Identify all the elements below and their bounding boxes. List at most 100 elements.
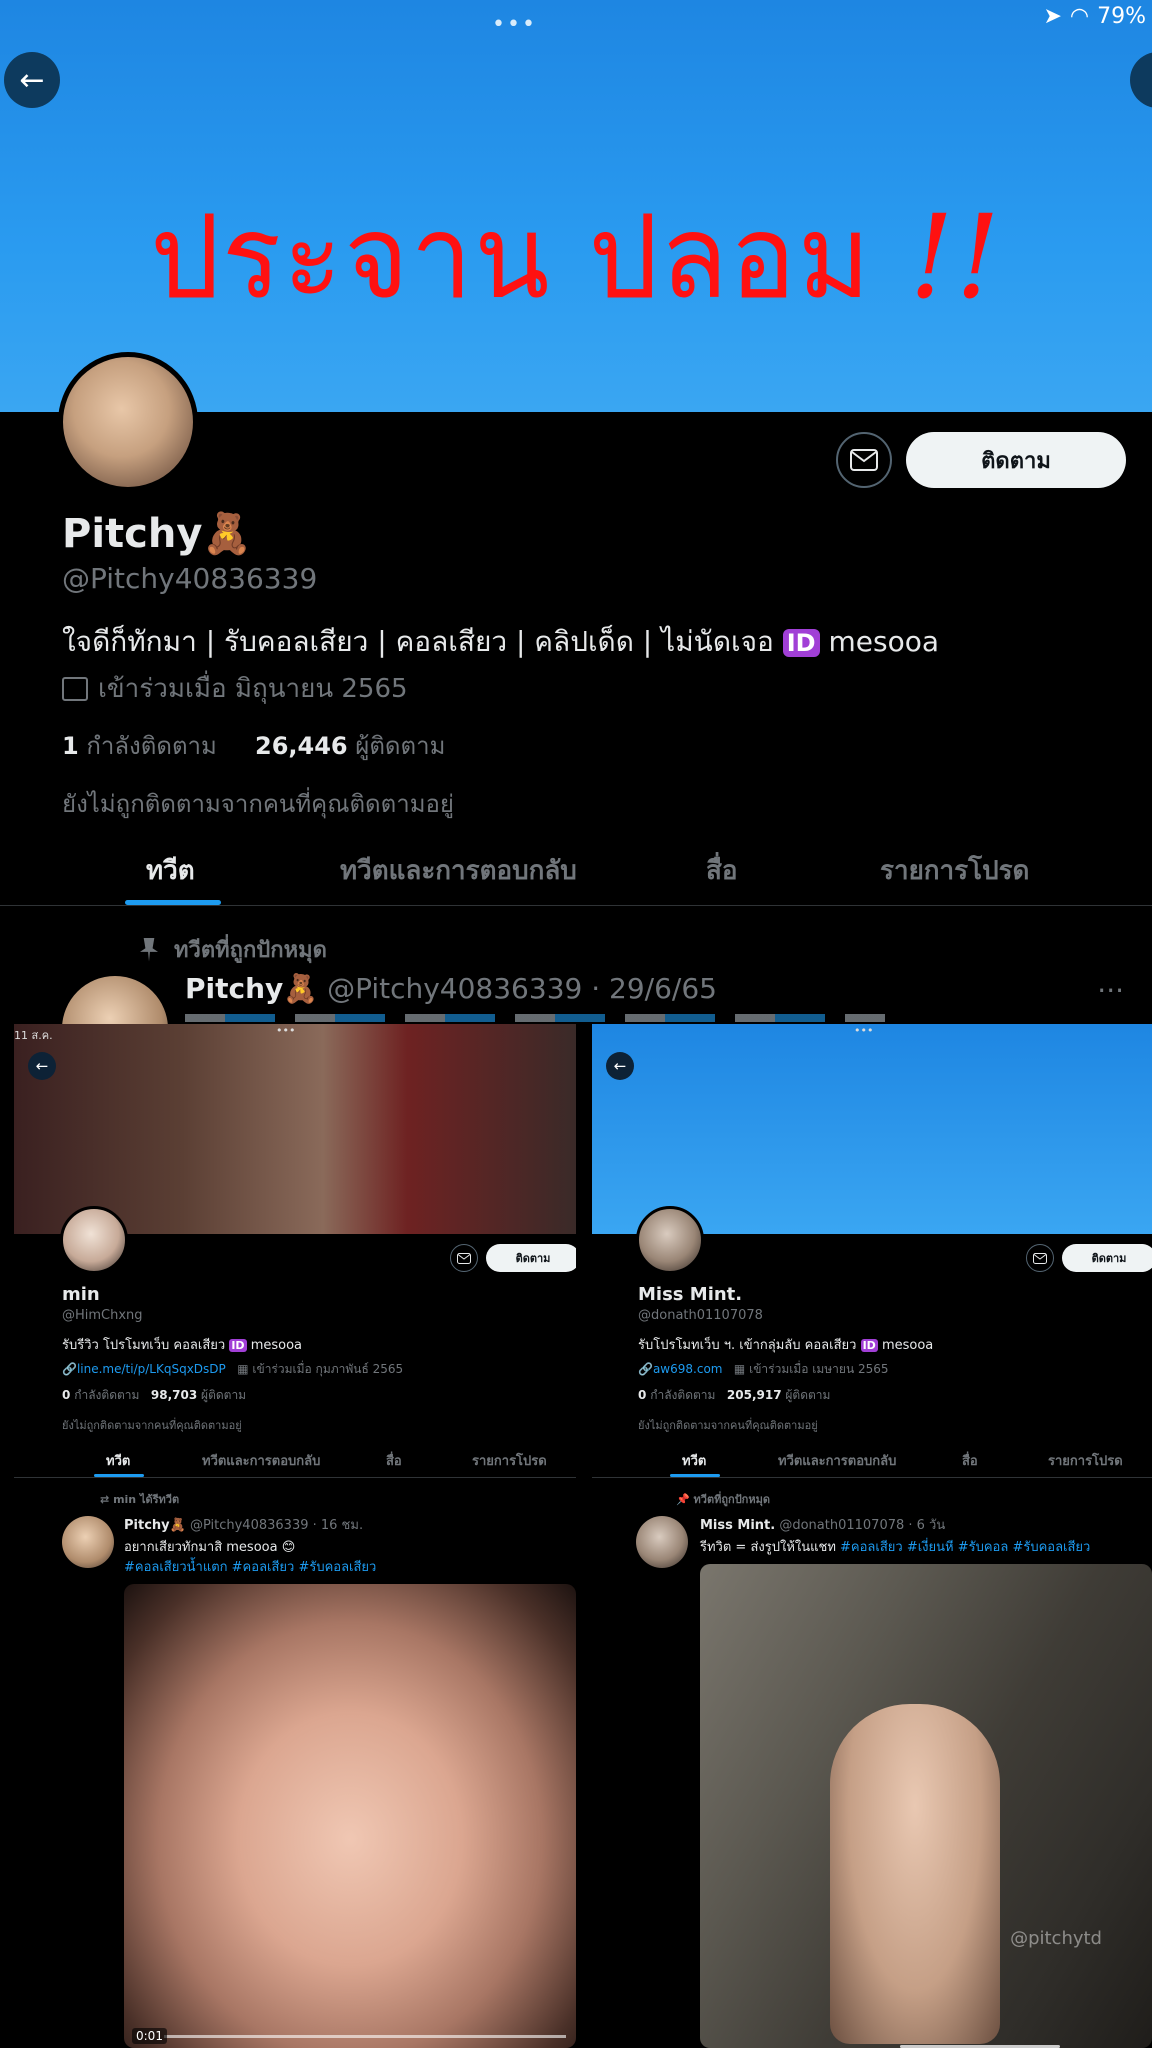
photo-subject — [830, 1704, 1000, 2044]
tweet-text-cut — [185, 1014, 885, 1022]
link-icon: 🔗 — [638, 1362, 653, 1376]
bio-text: ใจดีก็ทักมา | รับคอลเสียว | คอลเสียว | ค… — [62, 625, 774, 658]
tweet-avatar[interactable] — [62, 976, 168, 1024]
profile-meta: 🔗line.me/ti/p/LKqSqxDsDP ▦ เข้าร่วมเมื่อ… — [62, 1360, 403, 1379]
tab-media[interactable]: สื่อ — [386, 1450, 402, 1471]
tweet-hashtags[interactable]: #คอลเสียวน้ำแตก #คอลเสียว #รับคอลเสียว — [124, 1556, 376, 1577]
tweet-handle-date: @Pitchy40836339 · 16 ชม. — [189, 1518, 364, 1533]
link-icon: 🔗 — [62, 1362, 77, 1376]
wifi-icon: ◠ — [1069, 4, 1090, 29]
watermark: @pitchytd — [1010, 1928, 1102, 1949]
following-count: 1 — [62, 732, 79, 760]
profile-tabs: ทวีต ทวีตและการตอบกลับ สื่อ รายการโปรด — [14, 1442, 576, 1478]
not-followed-notice: ยังไม่ถูกติดตามจากคนที่คุณติดตามอยู่ — [638, 1419, 818, 1432]
tab-media[interactable]: สื่อ — [706, 850, 737, 891]
tab-likes[interactable]: รายการโปรด — [1048, 1450, 1123, 1471]
status-dots: ••• — [492, 12, 537, 37]
profile-meta: 🔗aw698.com ▦ เข้าร่วมเมื่อ เมษายน 2565 — [638, 1360, 889, 1379]
follow-button[interactable]: ติดตาม — [486, 1244, 576, 1272]
active-tab-indicator — [125, 900, 221, 905]
profile-banner-photo — [14, 1024, 576, 1234]
active-tab-indicator — [670, 1474, 720, 1477]
bio-id: mesooa — [828, 625, 939, 658]
tweet-photo[interactable]: @pitchytd — [700, 1564, 1152, 2048]
user-handle: @donath01107078 — [638, 1308, 763, 1323]
joined-date: เข้าร่วมเมื่อ มิถุนายน 2565 — [62, 668, 408, 709]
video-progress-bar[interactable] — [164, 2035, 566, 2038]
message-button[interactable] — [450, 1244, 478, 1272]
status-time: 11 ส.ค. — [14, 1029, 53, 1042]
user-handle: @HimChxng — [62, 1308, 143, 1323]
followers-link[interactable]: 26,446 ผู้ติดตาม — [255, 732, 445, 760]
id-badge-icon: ID — [860, 1339, 878, 1352]
tweet-handle-date: @Pitchy40836339 · 29/6/65 — [327, 972, 717, 1005]
message-button[interactable] — [836, 432, 892, 488]
status-dots: ••• — [854, 1024, 874, 1037]
tweet-video[interactable]: 0:01 — [124, 1584, 576, 2048]
profile-banner — [592, 1024, 1152, 1234]
calendar-icon — [62, 676, 88, 701]
back-button[interactable]: ← — [28, 1052, 56, 1080]
mail-icon — [850, 449, 878, 471]
tab-tweets-replies[interactable]: ทวีตและการตอบกลับ — [340, 850, 577, 891]
pinned-text: ทวีตที่ถูกปักหมุด — [174, 938, 327, 963]
more-icon: ⋮ — [1143, 63, 1152, 98]
profile-avatar[interactable] — [636, 1206, 704, 1274]
pin-icon: 📌 — [676, 1493, 690, 1506]
calendar-icon: ▦ — [733, 1362, 746, 1376]
mail-icon — [457, 1252, 471, 1264]
profile-avatar[interactable] — [60, 1206, 128, 1274]
follow-counts: 0 กำลังติดตาม 98,703 ผู้ติดตาม — [62, 1386, 246, 1405]
tab-media[interactable]: สื่อ — [962, 1450, 978, 1471]
tweet-avatar[interactable] — [636, 1516, 688, 1568]
tab-tweets-replies[interactable]: ทวีตและการตอบกลับ — [202, 1450, 320, 1471]
retweet-text: min ได้รีทวีต — [113, 1493, 180, 1506]
display-name: Pitchy🧸 — [62, 511, 253, 557]
profile-avatar[interactable] — [58, 352, 198, 492]
id-badge-icon: ID — [229, 1339, 247, 1352]
tweet-header: Pitchy🧸 @Pitchy40836339 · 29/6/65 — [185, 972, 717, 1005]
display-name: Miss Mint. — [638, 1284, 743, 1305]
tab-likes[interactable]: รายการโปรด — [472, 1450, 547, 1471]
tab-tweets[interactable]: ทวีต — [106, 1450, 130, 1471]
calendar-icon: ▦ — [237, 1362, 249, 1376]
overlay-warning-bang: !! — [909, 189, 1002, 325]
bio-text: รับโปรโมทเว็บ ฯ. เข้ากลุ่มลับ คอลเสียว — [638, 1338, 857, 1353]
video-time: 0:01 — [132, 2028, 167, 2044]
tweet-text: อยากเสียวทักมาสิ mesooa 😊 — [124, 1540, 296, 1555]
following-label[interactable]: กำลังติดตาม — [650, 1388, 715, 1402]
followers-label[interactable]: ผู้ติดตาม — [785, 1388, 830, 1402]
message-button[interactable] — [1026, 1244, 1054, 1272]
back-button[interactable]: ← — [4, 52, 60, 108]
not-followed-notice: ยังไม่ถูกติดตามจากคนที่คุณติดตามอยู่ — [62, 790, 454, 818]
arrow-left-icon: ← — [19, 62, 45, 98]
status-dots: ••• — [276, 1024, 296, 1037]
user-handle: @Pitchy40836339 — [62, 562, 318, 595]
tab-likes[interactable]: รายการโปรด — [880, 850, 1029, 891]
tab-tweets[interactable]: ทวีต — [146, 850, 195, 891]
tab-tweets-replies[interactable]: ทวีตและการตอบกลับ — [778, 1450, 896, 1471]
following-label[interactable]: กำลังติดตาม — [74, 1388, 139, 1402]
active-tab-indicator — [94, 1474, 144, 1477]
tweet-more-icon[interactable]: ··· — [1097, 974, 1124, 1007]
followers-label[interactable]: ผู้ติดตาม — [201, 1388, 246, 1402]
follow-counts: 0 กำลังติดตาม 205,917 ผู้ติดตาม — [638, 1386, 830, 1405]
retweet-label: ⇄ min ได้รีทวีต — [100, 1490, 179, 1508]
profile-link[interactable]: line.me/ti/p/LKqSqxDsDP — [77, 1362, 226, 1376]
following-count: 0 — [62, 1388, 71, 1402]
battery-level: 79% — [1097, 4, 1146, 29]
following-link[interactable]: 1 กำลังติดตาม — [62, 732, 217, 760]
tweet-hashtags[interactable]: #คอลเสียว #เงี่ยนหี #รับคอล #รับคอลเสียว — [840, 1540, 1090, 1555]
follow-button[interactable]: ติดตาม — [906, 432, 1126, 488]
back-button[interactable]: ← — [606, 1052, 634, 1080]
tweet-author-name: Miss Mint. — [700, 1518, 776, 1533]
tab-tweets[interactable]: ทวีต — [682, 1450, 706, 1471]
tweet-handle-date: @donath01107078 · 6 วัน — [779, 1518, 946, 1533]
profile-link[interactable]: aw698.com — [653, 1362, 723, 1376]
tweet-header: Pitchy🧸 @Pitchy40836339 · 16 ชม. — [124, 1514, 363, 1535]
location-icon: ➤ — [1043, 4, 1062, 29]
tweet-avatar[interactable] — [62, 1516, 114, 1568]
pin-icon — [140, 937, 158, 962]
profile-tabs: ทวีต ทวีตและการตอบกลับ สื่อ รายการโปรด — [592, 1442, 1152, 1478]
follow-button[interactable]: ติดตาม — [1062, 1244, 1152, 1272]
